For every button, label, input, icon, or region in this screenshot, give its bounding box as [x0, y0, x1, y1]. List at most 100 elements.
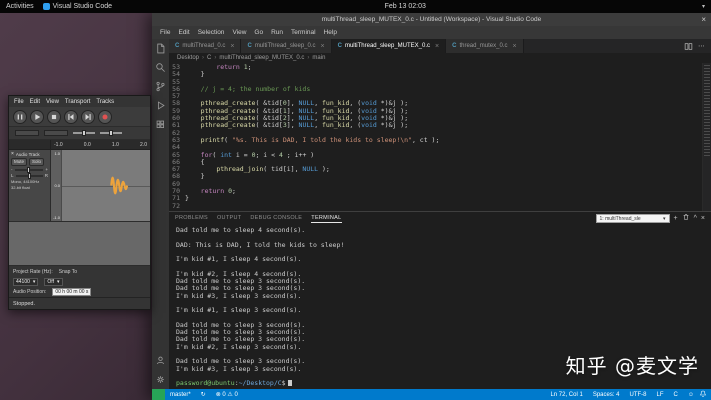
audacity-menu-item[interactable]: File — [14, 99, 24, 105]
menu-item[interactable]: Run — [267, 29, 287, 36]
panel-tab[interactable]: PROBLEMS — [175, 215, 208, 222]
skip-to-end-button[interactable] — [81, 110, 95, 124]
timeline-ruler[interactable]: -1.0 0.0 1.0 2.0 — [9, 140, 150, 150]
settings-gear-icon[interactable] — [155, 374, 166, 385]
menu-item[interactable]: Terminal — [287, 29, 320, 36]
audacity-menu-item[interactable]: Transport — [65, 99, 90, 105]
account-icon[interactable] — [155, 355, 166, 366]
gain-slider[interactable]: - + — [11, 167, 48, 172]
playback-volume-slider[interactable] — [100, 132, 122, 134]
stop-button[interactable] — [47, 110, 61, 124]
record-button[interactable] — [98, 110, 112, 124]
clock[interactable]: Feb 13 02:03 — [385, 3, 426, 10]
maximize-panel-icon[interactable]: ^ — [694, 214, 697, 223]
track-close-icon[interactable]: × — [11, 151, 14, 157]
audio-position-counter[interactable]: 00 h 00 m 00 s — [52, 288, 91, 296]
run-debug-icon[interactable] — [155, 100, 166, 111]
menu-item[interactable]: View — [228, 29, 250, 36]
status-item[interactable]: ⊗ 0 ⚠ 0 — [211, 391, 243, 398]
new-terminal-icon[interactable]: + — [674, 214, 678, 223]
tab-close-icon[interactable]: × — [435, 43, 439, 50]
status-item[interactable]: ☺ — [683, 392, 699, 398]
recording-meter[interactable] — [15, 130, 39, 136]
code-line[interactable]: 54 } — [169, 71, 711, 78]
prompt-dollar: $ — [282, 379, 286, 387]
menu-item[interactable]: File — [156, 29, 174, 36]
activities-button[interactable]: Activities — [6, 3, 34, 10]
snap-to-select[interactable]: Off ▾ — [44, 278, 62, 286]
code-line[interactable]: 53 return 1; — [169, 64, 711, 71]
title-bar[interactable]: multiThread_sleep_MUTEX_0.c - Untitled (… — [152, 13, 711, 26]
code-line[interactable]: 61 pthread_create( &tid[3], NULL, fun_ki… — [169, 122, 711, 129]
tab-close-icon[interactable]: × — [512, 43, 516, 50]
waveform-area[interactable] — [62, 150, 150, 221]
terminal-prompt[interactable]: password@ubuntu:~/Desktop/C$ — [176, 380, 711, 387]
breadcrumb-item[interactable]: Desktop — [177, 55, 199, 61]
mute-button[interactable]: Mute — [11, 158, 27, 166]
pause-button[interactable] — [13, 110, 27, 124]
panel-tab[interactable]: OUTPUT — [217, 215, 241, 222]
audacity-menu-item[interactable]: Edit — [30, 99, 40, 105]
code-line[interactable]: 71} — [169, 195, 711, 202]
code-line[interactable]: 69 — [169, 181, 711, 188]
status-item[interactable]: Ln 72, Col 1 — [545, 392, 587, 398]
solo-button[interactable]: Solo — [29, 158, 44, 166]
code-line[interactable]: 67 pthread_join( tid[i], NULL ); — [169, 166, 711, 173]
code-line[interactable]: 70 return 0; — [169, 188, 711, 195]
system-menu[interactable]: ▾ — [702, 3, 711, 10]
editor-tab[interactable]: C thread_mutex_0.c × — [446, 39, 523, 53]
breadcrumb-item[interactable]: main — [304, 55, 325, 61]
menu-item[interactable]: Help — [320, 29, 341, 36]
panel-tab[interactable]: DEBUG CONSOLE — [250, 215, 302, 222]
status-item[interactable]: UTF-8 — [625, 392, 652, 398]
minimap[interactable] — [702, 63, 711, 211]
gain-min-label: - — [11, 167, 13, 172]
editor-tab[interactable]: C multiThread_0.c × — [169, 39, 241, 53]
status-item[interactable]: master* — [165, 392, 196, 398]
code-line[interactable]: 68 } — [169, 173, 711, 180]
code-line[interactable]: 63 printf( "%s. This is DAD, I told the … — [169, 137, 711, 144]
tab-close-icon[interactable]: × — [230, 43, 234, 50]
status-item[interactable]: ↻ — [196, 391, 211, 398]
status-item[interactable]: C — [669, 392, 683, 398]
explorer-icon[interactable] — [155, 43, 166, 54]
play-button[interactable] — [30, 110, 44, 124]
status-item[interactable]: LF — [652, 392, 669, 398]
remote-indicator[interactable] — [152, 389, 165, 400]
kill-terminal-icon[interactable] — [682, 213, 690, 224]
panel-tab[interactable]: TERMINAL — [311, 215, 341, 222]
panel-header: PROBLEMS OUTPUT DEBUG CONSOLE TERMINAL — [169, 212, 711, 225]
track-area-empty[interactable] — [9, 222, 150, 266]
code-line[interactable]: 56 // j = 4; the number of kids — [169, 86, 711, 93]
breadcrumb-item[interactable]: C — [199, 55, 211, 61]
code-line[interactable]: 65 for( int i = 0; i < 4 ; i++ ) — [169, 152, 711, 159]
pan-slider[interactable]: L R — [11, 173, 48, 178]
editor-tab[interactable]: C multiThread_sleep_0.c × — [241, 39, 331, 53]
split-editor-icon[interactable] — [684, 42, 693, 51]
code-editor[interactable]: 53 return 1;54 }5556 // j = 4; the numbe… — [169, 63, 711, 211]
menu-item[interactable]: Go — [250, 29, 267, 36]
project-rate-select[interactable]: 44100 ▾ — [13, 278, 38, 286]
recording-volume-slider[interactable] — [73, 132, 95, 134]
extensions-icon[interactable] — [155, 119, 166, 130]
status-item[interactable]: Spaces: 4 — [588, 392, 625, 398]
source-control-icon[interactable] — [155, 81, 166, 92]
audacity-menu-item[interactable]: Tracks — [96, 99, 114, 105]
code-line[interactable]: 72 — [169, 203, 711, 210]
terminal-picker[interactable]: 1: multiThread_sle ▾ — [596, 214, 670, 223]
tab-close-icon[interactable]: × — [321, 43, 325, 50]
editor-tab[interactable]: C multiThread_sleep_MUTEX_0.c × — [332, 39, 446, 53]
app-menu[interactable]: Visual Studio Code — [43, 3, 112, 10]
bell-icon[interactable] — [699, 390, 711, 400]
menu-item[interactable]: Edit — [174, 29, 193, 36]
close-panel-icon[interactable]: × — [701, 214, 705, 223]
audacity-menu-item[interactable]: View — [46, 99, 59, 105]
track-name[interactable]: Audio Track — [16, 152, 40, 157]
skip-to-start-button[interactable] — [64, 110, 78, 124]
window-close-button[interactable]: × — [701, 13, 706, 26]
search-icon[interactable] — [155, 62, 166, 73]
more-actions-icon[interactable]: ⋯ — [698, 42, 705, 50]
playback-meter[interactable] — [44, 130, 68, 136]
breadcrumb-item[interactable]: multiThread_sleep_MUTEX_0.c — [211, 55, 304, 61]
menu-item[interactable]: Selection — [194, 29, 229, 36]
